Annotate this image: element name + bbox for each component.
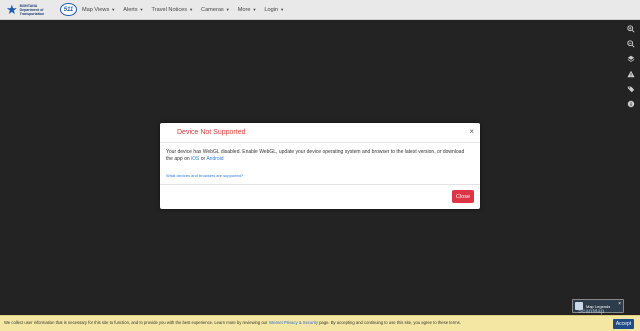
accept-button[interactable]: Accept	[613, 319, 634, 329]
close-button[interactable]: Close	[452, 190, 474, 203]
star-icon: ★	[6, 2, 18, 17]
menu-travel-notices[interactable]: Travel Notices ▼	[152, 7, 194, 13]
511-logo[interactable]: 511	[60, 3, 77, 16]
info-icon[interactable]	[626, 99, 636, 109]
warning-icon[interactable]	[626, 69, 636, 79]
caret-down-icon: ▼	[225, 7, 230, 12]
device-not-supported-dialog: Device Not Supported × Your device has W…	[160, 123, 480, 209]
caret-down-icon: ▼	[189, 7, 194, 12]
caret-down-icon: ▼	[111, 7, 116, 12]
mdt-logo[interactable]: ★ MONTANA Department of Transportation	[6, 3, 56, 17]
map-legends-label: Map Legends	[586, 303, 611, 309]
menu-cameras[interactable]: Cameras ▼	[201, 7, 230, 13]
android-link[interactable]: Android	[206, 156, 223, 162]
map-toolbar	[625, 24, 637, 114]
layers-icon[interactable]	[626, 54, 636, 64]
zoom-out-icon[interactable]	[626, 39, 636, 49]
cookie-text: We collect user information that is nece…	[4, 320, 461, 325]
top-navbar: ★ MONTANA Department of Transportation 5…	[0, 0, 640, 20]
tag-icon[interactable]	[626, 84, 636, 94]
close-icon[interactable]: ×	[469, 128, 474, 136]
menu-map-views[interactable]: Map Views ▼	[82, 7, 115, 13]
main-menu: Map Views ▼ Alerts ▼ Travel Notices ▼ Camer…	[82, 7, 292, 13]
zoom-in-icon[interactable]	[626, 24, 636, 34]
menu-alerts[interactable]: Alerts ▼	[123, 7, 143, 13]
cookie-banner: We collect user information that is nece…	[0, 315, 640, 331]
menu-login[interactable]: Login ▼	[264, 7, 284, 13]
logo-line-2: Department of Transportation	[19, 7, 45, 16]
caret-down-icon: ▼	[252, 7, 257, 12]
caret-down-icon: ▼	[139, 7, 144, 12]
dialog-title: Device Not Supported	[177, 129, 246, 136]
menu-more[interactable]: More ▼	[238, 7, 257, 13]
dialog-header: Device Not Supported ×	[160, 123, 480, 143]
dialog-body: Your device has WebGL disabled. Enable W…	[166, 149, 465, 162]
privacy-link[interactable]: Internet Privacy & Security	[269, 320, 318, 325]
dialog-footer: Close	[160, 184, 480, 210]
caret-down-icon: ▼	[280, 7, 285, 12]
supported-devices-link[interactable]: What devices and browsers are supported?	[166, 173, 243, 178]
close-icon[interactable]: ×	[618, 301, 621, 307]
